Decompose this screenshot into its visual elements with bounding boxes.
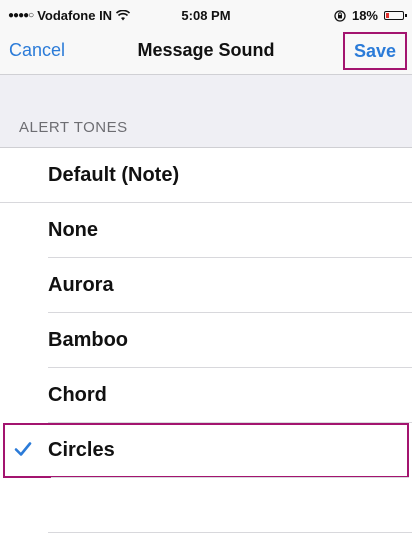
tone-item-default-note[interactable]: Default (Note) bbox=[0, 148, 412, 203]
checkmark-icon bbox=[14, 442, 32, 456]
tone-label: Circles bbox=[48, 439, 115, 461]
save-button[interactable]: Save bbox=[343, 32, 407, 70]
battery-level bbox=[386, 13, 390, 18]
tone-label: Bamboo bbox=[48, 329, 128, 351]
tone-label: Default (Note) bbox=[48, 164, 180, 186]
battery-icon bbox=[384, 11, 407, 20]
tone-label: Aurora bbox=[48, 274, 114, 296]
tone-item-aurora[interactable]: Aurora bbox=[0, 258, 412, 313]
navigation-bar: Cancel Message Sound Save bbox=[0, 30, 412, 75]
section-header-alert-tones: ALERT TONES bbox=[19, 119, 128, 136]
battery-percent: 18% bbox=[351, 8, 378, 23]
tone-item-circles[interactable]: Circles bbox=[3, 423, 409, 478]
cancel-button[interactable]: Cancel bbox=[9, 40, 65, 61]
tone-item-bamboo[interactable]: Bamboo bbox=[0, 313, 412, 368]
tone-item-none[interactable]: None bbox=[0, 203, 412, 258]
status-right: 18% bbox=[334, 8, 407, 23]
tone-label: None bbox=[48, 219, 98, 241]
tone-item-chord[interactable]: Chord bbox=[0, 368, 412, 423]
list-item-partial[interactable] bbox=[0, 478, 412, 533]
status-bar: ●●●●○ Vodafone IN 5:08 PM 18% bbox=[0, 0, 412, 30]
orientation-lock-icon bbox=[334, 9, 346, 22]
alert-tones-list: Default (Note) None Aurora Bamboo Chord … bbox=[0, 147, 412, 533]
tone-label: Chord bbox=[48, 384, 107, 406]
